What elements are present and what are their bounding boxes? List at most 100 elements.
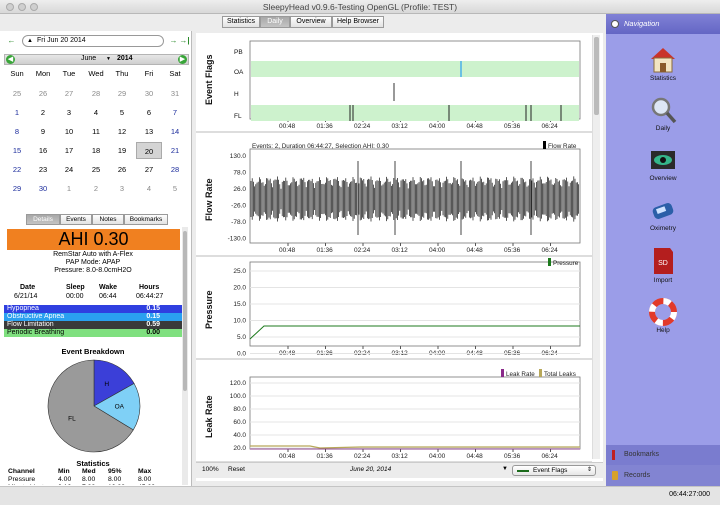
calendar-week: 22 23 24 25 26 27 28 bbox=[4, 161, 189, 178]
calendar-day[interactable]: 10 bbox=[56, 123, 82, 140]
calendar-day[interactable]: 19 bbox=[109, 142, 135, 159]
calendar-day[interactable]: 24 bbox=[56, 161, 82, 178]
next-day-arrow-icon[interactable]: → bbox=[168, 36, 179, 47]
y-tick-label: 100.0 bbox=[230, 393, 247, 400]
calendar-day[interactable]: 22 bbox=[4, 161, 30, 178]
calendar-day[interactable]: 5 bbox=[109, 104, 135, 121]
calendar-day[interactable]: 30 bbox=[30, 180, 56, 197]
calendar-day[interactable]: 2 bbox=[30, 104, 56, 121]
calendar: ◀ June ▼ 2014 ▶ Sun Mon Tue Wed Thu Fri … bbox=[4, 54, 189, 209]
date-navigation: ← ▲ Fri Jun 20 2014 → →| bbox=[4, 34, 190, 48]
calendar-day[interactable]: 23 bbox=[30, 161, 56, 178]
graph-title: Leak Rate bbox=[204, 395, 214, 438]
calendar-month[interactable]: June bbox=[81, 55, 96, 62]
nav-daily[interactable]: Daily bbox=[606, 94, 720, 134]
event-index-value: 0.59 bbox=[146, 321, 160, 328]
navigation-panel: Navigation Statistics Daily Overview Oxi… bbox=[606, 14, 720, 486]
calendar-day[interactable]: 30 bbox=[136, 85, 162, 102]
calendar-day[interactable]: 5 bbox=[162, 180, 188, 197]
calendar-day[interactable]: 25 bbox=[83, 161, 109, 178]
calendar-day[interactable]: 18 bbox=[83, 142, 109, 159]
reset-button[interactable]: Reset bbox=[228, 466, 245, 473]
calendar-day[interactable]: 20 bbox=[136, 142, 162, 159]
calendar-day[interactable]: 27 bbox=[56, 85, 82, 102]
calendar-day[interactable]: 12 bbox=[109, 123, 135, 140]
tab-statistics[interactable]: Statistics bbox=[222, 16, 260, 28]
x-tick-label: 06:24 bbox=[542, 123, 559, 130]
last-day-arrow-icon[interactable]: →| bbox=[179, 36, 190, 47]
tab-notes[interactable]: Notes bbox=[92, 214, 124, 225]
records-section[interactable]: Records bbox=[606, 465, 720, 486]
session-value: 6/21/14 bbox=[14, 293, 38, 300]
previous-day-arrow-icon[interactable]: ← bbox=[6, 36, 17, 47]
calendar-day[interactable]: 7 bbox=[162, 104, 188, 121]
stats-header: Med bbox=[82, 468, 96, 475]
calendar-day[interactable]: 28 bbox=[83, 85, 109, 102]
calendar-day[interactable]: 8 bbox=[4, 123, 30, 140]
calendar-day[interactable]: 21 bbox=[162, 142, 188, 159]
event-index-name: Hypopnea bbox=[7, 305, 39, 312]
calendar-day[interactable]: 25 bbox=[4, 85, 30, 102]
calendar-day[interactable]: 9 bbox=[30, 123, 56, 140]
flag-row-label: PB bbox=[234, 49, 243, 56]
date-field[interactable]: ▲ Fri Jun 20 2014 bbox=[22, 35, 164, 47]
event-flags-select[interactable]: Event Flags ⇕ bbox=[512, 465, 596, 476]
tab-daily[interactable]: Daily bbox=[260, 16, 290, 28]
nav-statistics[interactable]: Statistics bbox=[606, 44, 720, 84]
calendar-day[interactable]: 17 bbox=[56, 142, 82, 159]
stats-cell: 8.00 bbox=[138, 476, 152, 483]
calendar-day[interactable]: 3 bbox=[109, 180, 135, 197]
y-tick-label: 60.0 bbox=[233, 419, 246, 426]
x-tick-label: 00:48 bbox=[279, 247, 296, 254]
x-tick-label: 00:48 bbox=[279, 453, 296, 460]
y-tick-label: -78.0 bbox=[231, 219, 246, 226]
calendar-week: 25 26 27 28 29 30 31 bbox=[4, 85, 189, 102]
calendar-year[interactable]: 2014 bbox=[117, 55, 133, 62]
calendar-day[interactable]: 29 bbox=[109, 85, 135, 102]
bookmarks-section[interactable]: Bookmarks bbox=[606, 445, 720, 465]
calendar-day[interactable]: 27 bbox=[136, 161, 162, 178]
calendar-day[interactable]: 4 bbox=[136, 180, 162, 197]
calendar-day[interactable]: 14 bbox=[162, 123, 188, 140]
calendar-day[interactable]: 4 bbox=[83, 104, 109, 121]
tab-events[interactable]: Events bbox=[60, 214, 92, 225]
calendar-day[interactable]: 2 bbox=[83, 180, 109, 197]
calendar-day[interactable]: 26 bbox=[30, 85, 56, 102]
calendar-day[interactable]: 1 bbox=[56, 180, 82, 197]
calendar-day[interactable]: 11 bbox=[83, 123, 109, 140]
graph-canvas[interactable]: Event Flags 00:48 01:36 02:24 03:12 04:00 04:4… bbox=[196, 33, 603, 462]
next-month-icon[interactable]: ▶ bbox=[178, 55, 187, 64]
calendar-day[interactable]: 26 bbox=[109, 161, 135, 178]
y-tick-label: 120.0 bbox=[230, 380, 247, 387]
calendar-day[interactable]: 16 bbox=[30, 142, 56, 159]
calendar-day[interactable]: 1 bbox=[4, 104, 30, 121]
calendar-day[interactable]: 28 bbox=[162, 161, 188, 178]
nav-import[interactable]: SD Import bbox=[606, 244, 720, 286]
home-icon bbox=[651, 48, 675, 73]
nav-overview[interactable]: Overview bbox=[606, 144, 720, 184]
calendar-day[interactable]: 3 bbox=[56, 104, 82, 121]
calendar-day[interactable]: 6 bbox=[136, 104, 162, 121]
previous-month-icon[interactable]: ◀ bbox=[6, 55, 15, 64]
stats-row: Pressure 4.00 8.00 8.00 8.00 bbox=[4, 476, 182, 484]
calendar-day[interactable]: 13 bbox=[136, 123, 162, 140]
y-tick-label: 15.0 bbox=[233, 301, 246, 308]
calendar-day[interactable]: 15 bbox=[4, 142, 30, 159]
graphs-scrollbar-thumb[interactable] bbox=[594, 37, 599, 115]
tab-overview[interactable]: Overview bbox=[290, 16, 332, 28]
month-dropdown-icon[interactable]: ▼ bbox=[106, 56, 111, 62]
tab-help-browser[interactable]: Help Browser bbox=[332, 16, 384, 28]
x-tick-label: 04:00 bbox=[429, 453, 446, 460]
graphs-scrollbar[interactable] bbox=[592, 35, 600, 459]
nav-oximetry[interactable]: Oximetry bbox=[606, 194, 720, 234]
layout-menu-icon[interactable]: ▼ bbox=[502, 466, 508, 472]
details-scrollbar-thumb[interactable] bbox=[183, 231, 187, 391]
nav-help[interactable]: Help bbox=[606, 296, 720, 336]
event-index-row: Periodic Breathing 0.00 bbox=[4, 329, 182, 337]
calendar-day[interactable]: 31 bbox=[162, 85, 188, 102]
tab-bookmarks[interactable]: Bookmarks bbox=[124, 214, 168, 225]
calendar-day[interactable]: 29 bbox=[4, 180, 30, 197]
flag-row-label: H bbox=[234, 91, 239, 98]
tab-details[interactable]: Details bbox=[26, 214, 60, 225]
stats-cell: 10.88 bbox=[108, 484, 125, 485]
